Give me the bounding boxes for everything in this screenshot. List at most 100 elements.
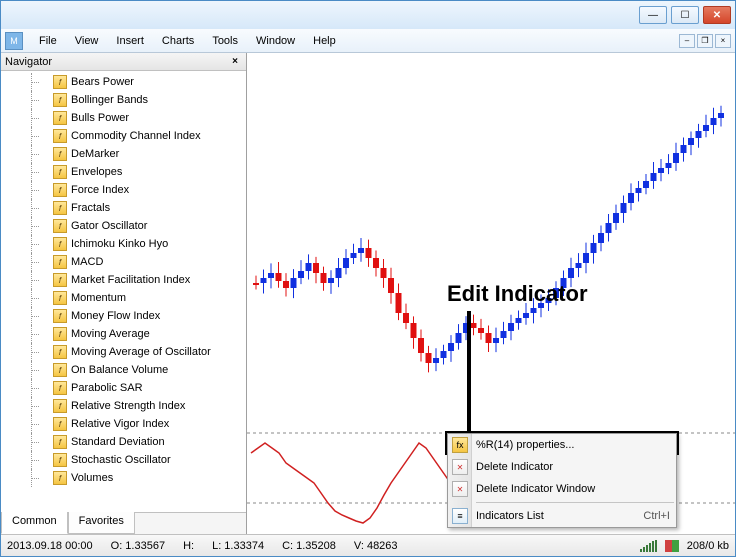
indicator-icon: f	[53, 327, 67, 341]
navigator-item-label: Money Flow Index	[71, 310, 160, 322]
navigator-item-label: Volumes	[71, 472, 113, 484]
navigator-item[interactable]: f Momentum	[1, 289, 246, 307]
navigator-item-label: Envelopes	[71, 166, 122, 178]
navigator-item[interactable]: fCommodity Channel Index	[1, 127, 246, 145]
ctx-delete-window-label: Delete Indicator Window	[476, 483, 595, 495]
navigator-close-button[interactable]: ×	[228, 55, 242, 69]
chart-area[interactable]: Edit Indicator fx %R(14) properties... D…	[247, 53, 735, 534]
mdi-controls: – ❐ ×	[679, 34, 731, 48]
menu-help[interactable]: Help	[305, 32, 344, 50]
navigator-item[interactable]: fStandard Deviation	[1, 433, 246, 451]
indicator-icon: f	[53, 291, 67, 305]
navigator-item[interactable]: fOn Balance Volume	[1, 361, 246, 379]
navigator-item-label: Commodity Channel Index	[71, 130, 201, 142]
indicator-icon: f	[53, 309, 67, 323]
mdi-close-button[interactable]: ×	[715, 34, 731, 48]
navigator-item-label: Relative Vigor Index	[71, 418, 169, 430]
ctx-delete-indicator[interactable]: Delete Indicator	[448, 456, 676, 478]
navigator-item-label: Bollinger Bands	[71, 94, 148, 106]
navigator-item-label: MACD	[71, 256, 103, 268]
ctx-delete-indicator-label: Delete Indicator	[476, 461, 553, 473]
delete-window-icon	[452, 481, 468, 497]
indicator-icon: f	[53, 273, 67, 287]
navigator-item[interactable]: fMarket Facilitation Index	[1, 271, 246, 289]
navigator-item[interactable]: f Gator Oscillator	[1, 217, 246, 235]
indicator-icon: f	[53, 219, 67, 233]
menu-charts[interactable]: Charts	[154, 32, 202, 50]
indicator-icon: f	[53, 345, 67, 359]
status-low: L: 1.33374	[212, 540, 264, 552]
ctx-delete-window[interactable]: Delete Indicator Window	[448, 478, 676, 500]
navigator-item-label: Momentum	[71, 292, 126, 304]
navigator-panel: Navigator × fBears PowerfBollinger Bands…	[1, 53, 247, 534]
delete-icon	[452, 459, 468, 475]
indicator-icon: f	[53, 237, 67, 251]
navigator-item[interactable]: f Moving Average	[1, 325, 246, 343]
navigator-item-label: Parabolic SAR	[71, 382, 143, 394]
navigator-item-label: Moving Average	[71, 328, 150, 340]
indicator-icon: f	[53, 147, 67, 161]
navigator-item[interactable]: f Bulls Power	[1, 109, 246, 127]
navigator-item-label: Relative Strength Index	[71, 400, 185, 412]
navigator-title: Navigator	[5, 56, 52, 68]
navigator-item-label: Stochastic Oscillator	[71, 454, 171, 466]
indicator-icon: f	[53, 165, 67, 179]
navigator-item-label: Moving Average of Oscillator	[71, 346, 211, 358]
navigator-item[interactable]: f Money Flow Index	[1, 307, 246, 325]
navigator-item[interactable]: f Envelopes	[1, 163, 246, 181]
indicator-icon: f	[53, 183, 67, 197]
navigator-header: Navigator ×	[1, 53, 246, 71]
indicator-icon: f	[53, 111, 67, 125]
tab-favorites[interactable]: Favorites	[68, 512, 135, 534]
navigator-item[interactable]: fIchimoku Kinko Hyo	[1, 235, 246, 253]
navigator-item[interactable]: fStochastic Oscillator	[1, 451, 246, 469]
indicator-icon: f	[53, 255, 67, 269]
menu-tools[interactable]: Tools	[204, 32, 246, 50]
context-menu: fx %R(14) properties... Delete Indicator…	[447, 433, 677, 528]
navigator-tabs: Common Favorites	[1, 512, 246, 534]
indicator-icon: f	[53, 471, 67, 485]
menu-window[interactable]: Window	[248, 32, 303, 50]
navigator-item[interactable]: fRelative Strength Index	[1, 397, 246, 415]
maximize-button[interactable]: ☐	[671, 6, 699, 24]
navigator-item[interactable]: f Relative Vigor Index	[1, 415, 246, 433]
tab-common[interactable]: Common	[1, 512, 68, 534]
ctx-indicators-list[interactable]: ≡ Indicators List Ctrl+I	[448, 505, 676, 527]
close-button[interactable]: ✕	[703, 6, 731, 24]
app-window: — ☐ ✕ M File View Insert Charts Tools Wi…	[0, 0, 736, 557]
indicator-icon: f	[53, 75, 67, 89]
minimize-button[interactable]: —	[639, 6, 667, 24]
menu-file[interactable]: File	[31, 32, 65, 50]
ctx-shortcut: Ctrl+I	[643, 510, 670, 522]
navigator-item-label: Bulls Power	[71, 112, 129, 124]
annotation-line	[467, 311, 527, 441]
navigator-item[interactable]: fDeMarker	[1, 145, 246, 163]
status-high: H:	[183, 540, 194, 552]
ctx-separator	[476, 502, 674, 503]
menu-view[interactable]: View	[67, 32, 107, 50]
navigator-item[interactable]: fBollinger Bands	[1, 91, 246, 109]
navigator-item[interactable]: f Moving Average of Oscillator	[1, 343, 246, 361]
navigator-item-label: Gator Oscillator	[71, 220, 147, 232]
ctx-properties[interactable]: fx %R(14) properties...	[448, 434, 676, 456]
navigator-item-label: Standard Deviation	[71, 436, 165, 448]
menu-insert[interactable]: Insert	[108, 32, 152, 50]
mdi-restore-button[interactable]: ❐	[697, 34, 713, 48]
status-datetime: 2013.09.18 00:00	[7, 540, 93, 552]
navigator-item[interactable]: fFractals	[1, 199, 246, 217]
navigator-item[interactable]: fForce Index	[1, 181, 246, 199]
indicator-icon: f	[53, 381, 67, 395]
navigator-item[interactable]: f MACD	[1, 253, 246, 271]
app-icon: M	[5, 32, 23, 50]
navigator-item[interactable]: f Volumes	[1, 469, 246, 487]
navigator-item-label: On Balance Volume	[71, 364, 168, 376]
ctx-indicators-list-label: Indicators List	[476, 510, 544, 522]
status-volume: V: 48263	[354, 540, 398, 552]
navigator-item[interactable]: fBears Power	[1, 73, 246, 91]
navigator-item[interactable]: f Parabolic SAR	[1, 379, 246, 397]
navigator-tree[interactable]: fBears PowerfBollinger BandsfBulls Power…	[1, 71, 246, 512]
navigator-item-label: Fractals	[71, 202, 110, 214]
indicator-icon: f	[53, 417, 67, 431]
status-traffic: 208/0 kb	[687, 540, 729, 552]
mdi-minimize-button[interactable]: –	[679, 34, 695, 48]
